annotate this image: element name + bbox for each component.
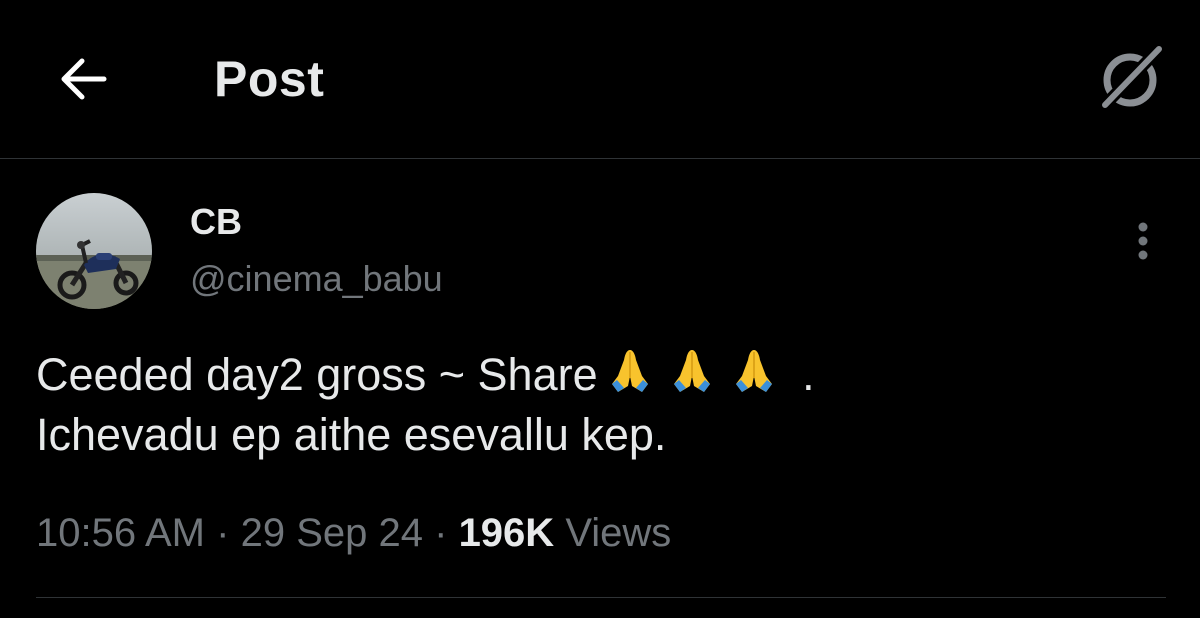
views-count[interactable]: 196K xyxy=(459,511,555,555)
arrow-left-icon xyxy=(61,58,107,100)
motorcycle-avatar-icon xyxy=(36,193,152,309)
grok-button[interactable] xyxy=(1092,40,1168,116)
more-options-button[interactable] xyxy=(1122,216,1164,266)
post-text-line-1-suffix: . xyxy=(802,349,815,400)
post-text-line-1: Ceeded day2 gross ~ Share . xyxy=(36,345,1166,405)
more-vertical-icon xyxy=(1138,222,1148,260)
divider xyxy=(36,597,1166,598)
post-text-line-1-content: Ceeded day2 gross ~ Share xyxy=(36,349,598,400)
author-display-name[interactable]: CB xyxy=(190,200,242,244)
folded-hands-emoji-icon xyxy=(673,350,710,392)
folded-hands-emoji-icon xyxy=(735,350,772,392)
grok-icon xyxy=(1098,44,1164,112)
post-meta: 10:56 AM · 29 Sep 24 · 196K Views xyxy=(36,508,671,558)
folded-hands-emoji-icon xyxy=(611,350,648,392)
back-button[interactable] xyxy=(52,48,114,110)
top-bar: Post xyxy=(0,0,1200,159)
views-label: Views xyxy=(565,511,672,555)
post-date[interactable]: 29 Sep 24 xyxy=(241,511,423,555)
post-time[interactable]: 10:56 AM xyxy=(36,511,205,555)
avatar[interactable] xyxy=(36,193,152,309)
author-handle[interactable]: @cinema_babu xyxy=(190,257,443,301)
meta-separator: · xyxy=(434,511,448,555)
page-title: Post xyxy=(214,51,325,107)
post-text: Ceeded day2 gross ~ Share . Ichevadu ep … xyxy=(36,345,1166,465)
emoji-group xyxy=(606,346,778,394)
post-text-line-2: Ichevadu ep aithe esevallu kep. xyxy=(36,409,667,460)
meta-separator: · xyxy=(216,511,230,555)
